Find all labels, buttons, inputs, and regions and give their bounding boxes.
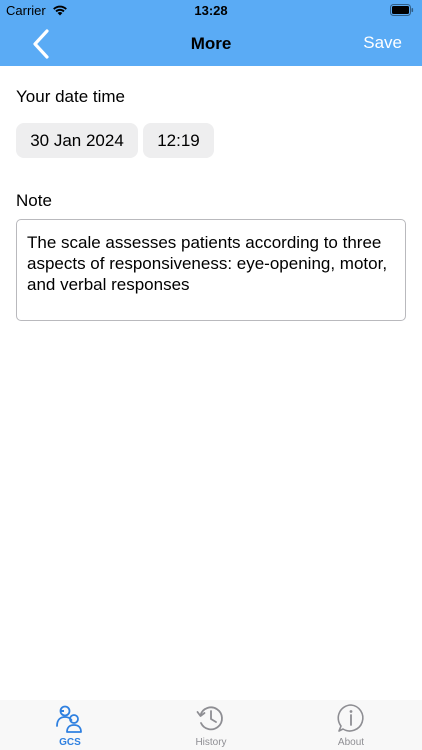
battery-icon <box>390 4 414 16</box>
tab-history[interactable]: History <box>171 700 251 750</box>
time-picker-button[interactable]: 12:19 <box>143 123 214 158</box>
tab-about[interactable]: About <box>311 700 391 750</box>
tab-about-label: About <box>337 737 365 748</box>
more-screen: Carrier 13:28 More Save Your date time 3… <box>0 0 422 750</box>
page-title: More <box>190 34 232 53</box>
history-clock-icon <box>196 706 223 731</box>
note-label: Note <box>16 191 52 210</box>
tab-gcs-label: GCS <box>59 737 81 748</box>
status-time: 13:28 <box>194 3 228 18</box>
tab-bar: GCS History About <box>0 700 422 750</box>
date-picker-button[interactable]: 30 Jan 2024 <box>16 123 138 158</box>
save-button[interactable]: Save <box>363 33 402 53</box>
note-textarea[interactable]: The scale assesses patients according to… <box>16 219 406 321</box>
datetime-label: Your date time <box>16 87 125 106</box>
header: Carrier 13:28 More Save <box>0 0 422 66</box>
tab-history-label: History <box>195 737 227 748</box>
nav-bar: More Save <box>0 22 422 66</box>
tab-gcs[interactable]: GCS <box>30 700 110 750</box>
info-bubble-icon <box>337 704 364 732</box>
patients-icon <box>56 705 82 733</box>
status-bar: Carrier 13:28 <box>0 0 422 22</box>
